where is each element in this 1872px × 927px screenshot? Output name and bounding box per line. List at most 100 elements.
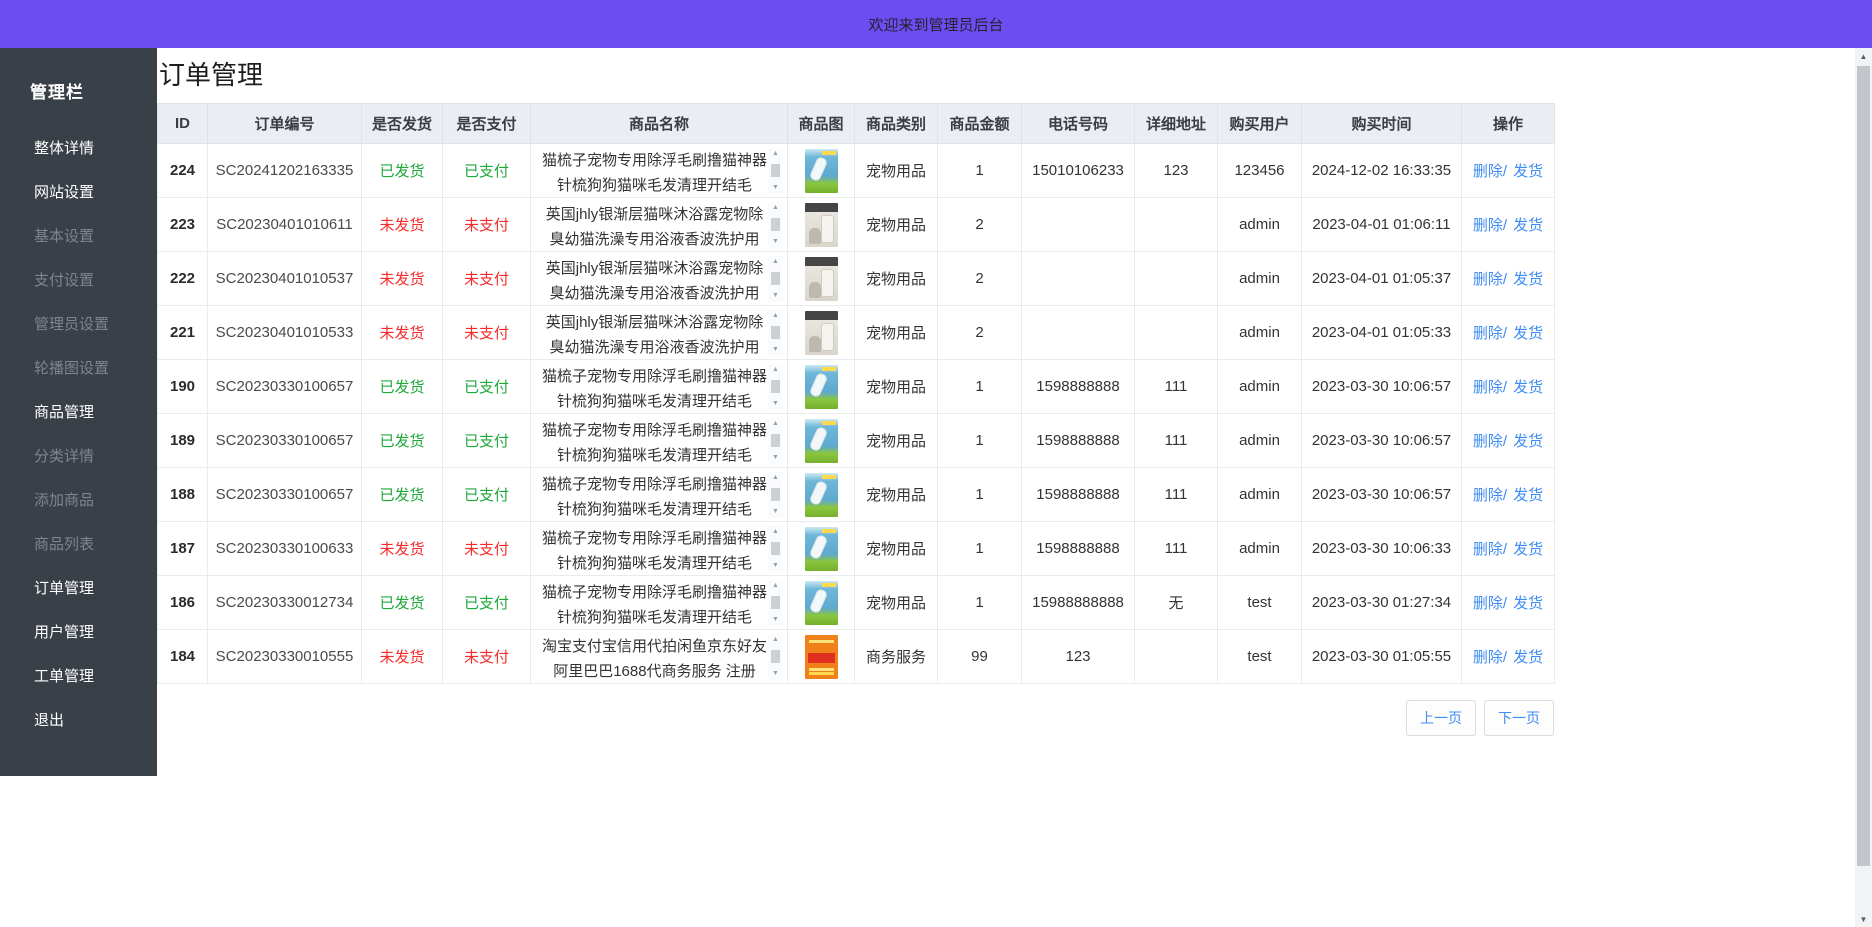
product-name-box[interactable]: 英国jhly银渐层猫咪沐浴露宠物除臭幼猫洗澡专用浴液香波洗护用▲▼ <box>533 254 785 304</box>
name-scrollbar[interactable]: ▲▼ <box>768 202 783 248</box>
scroll-thumb[interactable] <box>771 650 780 663</box>
ship-link[interactable]: 发货 <box>1509 595 1543 612</box>
comb-product-image[interactable] <box>805 419 838 463</box>
product-name-box[interactable]: 猫梳子宠物专用除浮毛刷撸猫神器针梳狗狗猫咪毛发清理开结毛▲▼ <box>533 578 785 628</box>
scroll-up-icon[interactable]: ▲ <box>772 636 779 644</box>
scroll-thumb[interactable] <box>771 434 780 447</box>
sidebar-item-1[interactable]: 网站设置 <box>0 171 157 215</box>
ship-link[interactable]: 发货 <box>1509 271 1543 288</box>
name-scrollbar[interactable]: ▲▼ <box>768 526 783 572</box>
ship-link[interactable]: 发货 <box>1509 649 1543 666</box>
scroll-down-icon[interactable]: ▼ <box>772 562 779 570</box>
sidebar-item-10[interactable]: 订单管理 <box>0 567 157 611</box>
sidebar-item-13[interactable]: 退出 <box>0 699 157 743</box>
scrollbar-down-icon[interactable]: ▼ <box>1855 911 1872 927</box>
delete-link[interactable]: 删除 <box>1473 433 1503 450</box>
ship-link[interactable]: 发货 <box>1509 487 1543 504</box>
sidebar-item-8[interactable]: 添加商品 <box>0 479 157 523</box>
scroll-up-icon[interactable]: ▲ <box>772 582 779 590</box>
scroll-down-icon[interactable]: ▼ <box>772 400 779 408</box>
ship-link[interactable]: 发货 <box>1509 163 1543 180</box>
sidebar-item-7[interactable]: 分类详情 <box>0 435 157 479</box>
product-name-box[interactable]: 英国jhly银渐层猫咪沐浴露宠物除臭幼猫洗澡专用浴液香波洗护用▲▼ <box>533 200 785 250</box>
delete-link[interactable]: 删除 <box>1473 379 1503 396</box>
scroll-down-icon[interactable]: ▼ <box>772 292 779 300</box>
product-name-box[interactable]: 猫梳子宠物专用除浮毛刷撸猫神器针梳狗狗猫咪毛发清理开结毛▲▼ <box>533 416 785 466</box>
sidebar-item-4[interactable]: 管理员设置 <box>0 303 157 347</box>
scroll-thumb[interactable] <box>771 164 780 177</box>
scroll-down-icon[interactable]: ▼ <box>772 508 779 516</box>
ship-link[interactable]: 发货 <box>1509 325 1543 342</box>
sidebar-item-3[interactable]: 支付设置 <box>0 259 157 303</box>
ship-link[interactable]: 发货 <box>1509 379 1543 396</box>
scroll-down-icon[interactable]: ▼ <box>772 616 779 624</box>
scroll-thumb[interactable] <box>771 380 780 393</box>
comb-product-image[interactable] <box>805 473 838 517</box>
product-name-box[interactable]: 猫梳子宠物专用除浮毛刷撸猫神器针梳狗狗猫咪毛发清理开结毛▲▼ <box>533 146 785 196</box>
name-scrollbar[interactable]: ▲▼ <box>768 418 783 464</box>
scroll-up-icon[interactable]: ▲ <box>772 258 779 266</box>
scrollbar-up-icon[interactable]: ▲ <box>1855 48 1872 64</box>
scroll-up-icon[interactable]: ▲ <box>772 420 779 428</box>
ship-link[interactable]: 发货 <box>1509 541 1543 558</box>
product-name-box[interactable]: 猫梳子宠物专用除浮毛刷撸猫神器针梳狗狗猫咪毛发清理开结毛▲▼ <box>533 524 785 574</box>
scroll-thumb[interactable] <box>771 488 780 501</box>
scroll-thumb[interactable] <box>771 596 780 609</box>
ship-link[interactable]: 发货 <box>1509 217 1543 234</box>
sidebar-item-11[interactable]: 用户管理 <box>0 611 157 655</box>
scroll-up-icon[interactable]: ▲ <box>772 312 779 320</box>
sidebar-item-2[interactable]: 基本设置 <box>0 215 157 259</box>
comb-product-image[interactable] <box>805 527 838 571</box>
ship-link[interactable]: 发货 <box>1509 433 1543 450</box>
scroll-up-icon[interactable]: ▲ <box>772 150 779 158</box>
name-scrollbar[interactable]: ▲▼ <box>768 634 783 680</box>
delete-link[interactable]: 删除 <box>1473 163 1503 180</box>
shampoo-product-image[interactable] <box>805 203 838 247</box>
product-name-box[interactable]: 英国jhly银渐层猫咪沐浴露宠物除臭幼猫洗澡专用浴液香波洗护用▲▼ <box>533 308 785 358</box>
scroll-down-icon[interactable]: ▼ <box>772 184 779 192</box>
sidebar-item-5[interactable]: 轮播图设置 <box>0 347 157 391</box>
scroll-thumb[interactable] <box>771 542 780 555</box>
delete-link[interactable]: 删除 <box>1473 325 1503 342</box>
product-name-box[interactable]: 猫梳子宠物专用除浮毛刷撸猫神器针梳狗狗猫咪毛发清理开结毛▲▼ <box>533 362 785 412</box>
shampoo-product-image[interactable] <box>805 311 838 355</box>
sidebar-item-12[interactable]: 工单管理 <box>0 655 157 699</box>
delete-link[interactable]: 删除 <box>1473 271 1503 288</box>
comb-product-image[interactable] <box>805 581 838 625</box>
scroll-thumb[interactable] <box>771 218 780 231</box>
scroll-up-icon[interactable]: ▲ <box>772 474 779 482</box>
sidebar-item-9[interactable]: 商品列表 <box>0 523 157 567</box>
scroll-thumb[interactable] <box>771 326 780 339</box>
scroll-down-icon[interactable]: ▼ <box>772 454 779 462</box>
name-scrollbar[interactable]: ▲▼ <box>768 148 783 194</box>
prev-page-button[interactable]: 上一页 <box>1406 700 1476 736</box>
scroll-down-icon[interactable]: ▼ <box>772 670 779 678</box>
product-name-box[interactable]: 猫梳子宠物专用除浮毛刷撸猫神器针梳狗狗猫咪毛发清理开结毛▲▼ <box>533 470 785 520</box>
taobao-product-image[interactable] <box>805 635 838 679</box>
name-scrollbar[interactable]: ▲▼ <box>768 256 783 302</box>
window-scrollbar[interactable]: ▲ ▼ <box>1855 48 1872 927</box>
delete-link[interactable]: 删除 <box>1473 595 1503 612</box>
scroll-thumb[interactable] <box>771 272 780 285</box>
comb-product-image[interactable] <box>805 149 838 193</box>
scrollbar-thumb[interactable] <box>1857 66 1870 866</box>
name-scrollbar[interactable]: ▲▼ <box>768 580 783 626</box>
sidebar-item-6[interactable]: 商品管理 <box>0 391 157 435</box>
delete-link[interactable]: 删除 <box>1473 541 1503 558</box>
delete-link[interactable]: 删除 <box>1473 217 1503 234</box>
scroll-down-icon[interactable]: ▼ <box>772 346 779 354</box>
name-scrollbar[interactable]: ▲▼ <box>768 310 783 356</box>
comb-product-image[interactable] <box>805 365 838 409</box>
scroll-up-icon[interactable]: ▲ <box>772 204 779 212</box>
scroll-up-icon[interactable]: ▲ <box>772 366 779 374</box>
scroll-down-icon[interactable]: ▼ <box>772 238 779 246</box>
delete-link[interactable]: 删除 <box>1473 649 1503 666</box>
next-page-button[interactable]: 下一页 <box>1484 700 1554 736</box>
name-scrollbar[interactable]: ▲▼ <box>768 364 783 410</box>
delete-link[interactable]: 删除 <box>1473 487 1503 504</box>
shampoo-product-image[interactable] <box>805 257 838 301</box>
name-scrollbar[interactable]: ▲▼ <box>768 472 783 518</box>
scroll-up-icon[interactable]: ▲ <box>772 528 779 536</box>
product-name-box[interactable]: 淘宝支付宝信用代拍闲鱼京东好友阿里巴巴1688代商务服务 注册▲▼ <box>533 632 785 682</box>
sidebar-item-0[interactable]: 整体详情 <box>0 127 157 171</box>
